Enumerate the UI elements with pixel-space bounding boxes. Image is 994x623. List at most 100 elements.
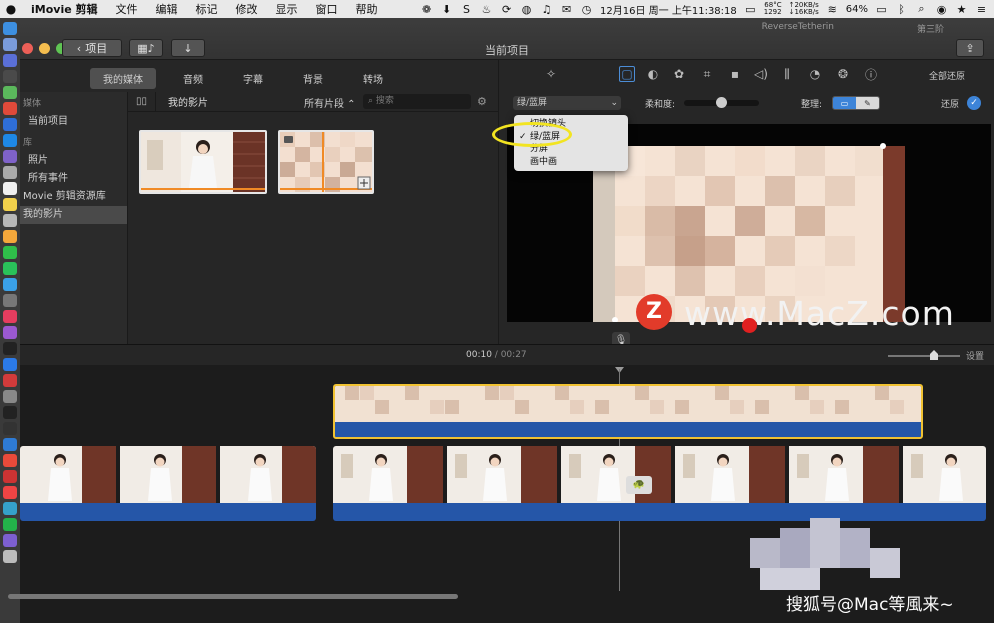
- facetime-icon[interactable]: [3, 246, 17, 259]
- stabilization-icon[interactable]: ▪: [727, 66, 743, 82]
- clip-thumbnail-2[interactable]: [278, 130, 374, 194]
- overlay-type-select[interactable]: 绿/蓝屏 ⌄: [513, 96, 621, 110]
- sidebar-item-photos[interactable]: 照片: [20, 152, 127, 170]
- creative-cloud-icon[interactable]: ❁: [420, 3, 433, 16]
- photos-icon[interactable]: [3, 230, 17, 243]
- gear-icon[interactable]: ⚙: [477, 95, 487, 108]
- sidebar-item-library[interactable]: Movie 剪辑资源库: [20, 188, 127, 206]
- menu-view[interactable]: 显示: [267, 1, 307, 17]
- tv-icon[interactable]: [3, 342, 17, 355]
- chrome-icon[interactable]: [3, 102, 17, 115]
- menu-app[interactable]: iMovie 剪辑: [22, 1, 107, 17]
- netease-icon[interactable]: [3, 470, 17, 483]
- star-icon[interactable]: ★: [955, 3, 968, 16]
- music-app-icon[interactable]: [3, 310, 17, 323]
- ghost-icon[interactable]: ♨: [480, 3, 493, 16]
- record-icon[interactable]: [742, 318, 757, 333]
- launchpad-icon[interactable]: [3, 38, 17, 51]
- filter-icon[interactable]: ❂: [835, 66, 851, 82]
- menu-window[interactable]: 窗口: [307, 1, 347, 17]
- app-store-icon[interactable]: [3, 150, 17, 163]
- menu-file[interactable]: 文件: [107, 1, 147, 17]
- camera-icon[interactable]: [3, 294, 17, 307]
- reset-all-button[interactable]: 全部还原: [929, 69, 965, 82]
- notes-icon[interactable]: [3, 198, 17, 211]
- preview-icon[interactable]: [3, 214, 17, 227]
- clock-icon[interactable]: ◷: [580, 3, 593, 16]
- imovie-icon[interactable]: [3, 534, 17, 547]
- terminal-icon[interactable]: [3, 70, 17, 83]
- magic-wand-icon[interactable]: ✧: [543, 66, 559, 82]
- siri-icon[interactable]: ◉: [935, 3, 948, 16]
- zoom-knob[interactable]: [930, 350, 938, 360]
- bluetooth-icon[interactable]: ᛒ: [895, 3, 908, 16]
- screen-icon[interactable]: ▭: [744, 3, 757, 16]
- messages-icon[interactable]: [3, 278, 17, 291]
- tab-backgrounds[interactable]: 背景: [290, 68, 336, 89]
- timeline-settings-button[interactable]: 设置: [966, 349, 984, 362]
- background-tab[interactable]: ReverseTetherin: [762, 22, 834, 32]
- sync-icon[interactable]: ⟳: [500, 3, 513, 16]
- sidebar-toggle-icon[interactable]: ▯▯: [128, 91, 156, 112]
- activity-icon[interactable]: [3, 406, 17, 419]
- qq-icon[interactable]: [3, 134, 17, 147]
- tab-titles[interactable]: 字幕: [230, 68, 276, 89]
- battery-icon[interactable]: ▭: [875, 3, 888, 16]
- color-balance-icon[interactable]: ◐: [645, 66, 661, 82]
- volume-icon[interactable]: ◁): [753, 66, 769, 82]
- podcasts-icon[interactable]: [3, 326, 17, 339]
- main-clip-2[interactable]: [333, 446, 986, 521]
- android-icon[interactable]: [3, 86, 17, 99]
- restore-button[interactable]: 还原: [941, 97, 959, 110]
- wechat-icon[interactable]: [3, 262, 17, 275]
- finder-icon[interactable]: [3, 22, 17, 35]
- trash-icon[interactable]: [3, 550, 17, 563]
- crop-cleanup-icon[interactable]: ▭: [833, 97, 856, 109]
- tab-transitions[interactable]: 转场: [350, 68, 396, 89]
- menu-edit[interactable]: 编辑: [147, 1, 187, 17]
- sidebar-item-my-movie[interactable]: 我的影片: [20, 206, 127, 224]
- slow-motion-turtle-icon[interactable]: 🐢: [626, 476, 652, 494]
- menu-modify[interactable]: 修改: [227, 1, 267, 17]
- store-icon[interactable]: [3, 358, 17, 371]
- bluetooth-app-icon[interactable]: [3, 118, 17, 131]
- sync-app-icon[interactable]: [3, 502, 17, 515]
- vivaldi-icon[interactable]: [3, 374, 17, 387]
- clip-thumbnail-1[interactable]: [139, 130, 267, 194]
- noise-eq-icon[interactable]: ⫼: [779, 66, 795, 82]
- clip-filter-select[interactable]: 所有片段 ⌃: [304, 95, 356, 110]
- apply-check-icon[interactable]: ✓: [967, 96, 981, 110]
- calendar-icon[interactable]: [3, 182, 17, 195]
- datetime[interactable]: 12月16日 周一 上午11:38:18: [600, 2, 737, 17]
- main-clip-1[interactable]: [20, 446, 316, 521]
- download-icon[interactable]: ⬇: [440, 3, 453, 16]
- contacts-icon[interactable]: [3, 166, 17, 179]
- search-input[interactable]: ⌕ 搜索: [363, 94, 471, 109]
- speed-icon[interactable]: ◔: [807, 66, 823, 82]
- sidebar-item-all-events[interactable]: 所有事件: [20, 170, 127, 188]
- video-overlay-icon[interactable]: ▢: [619, 66, 635, 82]
- s-app-icon[interactable]: S: [460, 3, 473, 16]
- safari-icon[interactable]: [3, 54, 17, 67]
- tab-my-media[interactable]: 我的媒体: [90, 67, 156, 89]
- background-tab-2[interactable]: 第三阶: [917, 22, 944, 35]
- wifi-icon[interactable]: ≋: [826, 3, 839, 16]
- timeline-scrollbar[interactable]: [8, 594, 458, 599]
- green-screen-clip[interactable]: [333, 384, 923, 439]
- message-icon[interactable]: ✉: [560, 3, 573, 16]
- menu-help[interactable]: 帮助: [347, 1, 387, 17]
- media-icon[interactable]: [3, 486, 17, 499]
- softness-knob[interactable]: [716, 97, 727, 108]
- spotlight-icon[interactable]: ⌕: [915, 2, 928, 15]
- music-icon[interactable]: ♫: [540, 3, 553, 16]
- eraser-icon[interactable]: ✎: [856, 97, 879, 109]
- softness-slider[interactable]: [684, 97, 759, 108]
- wechat2-icon[interactable]: [3, 518, 17, 531]
- color-palette-icon[interactable]: ✿: [671, 66, 687, 82]
- crop-icon[interactable]: ⌗: [699, 66, 715, 82]
- console-icon[interactable]: [3, 422, 17, 435]
- settings-icon[interactable]: [3, 390, 17, 403]
- timeline-zoom-slider[interactable]: [888, 350, 960, 360]
- menu-item-pip[interactable]: 画中画: [514, 156, 628, 169]
- list-icon[interactable]: ≡: [975, 3, 988, 16]
